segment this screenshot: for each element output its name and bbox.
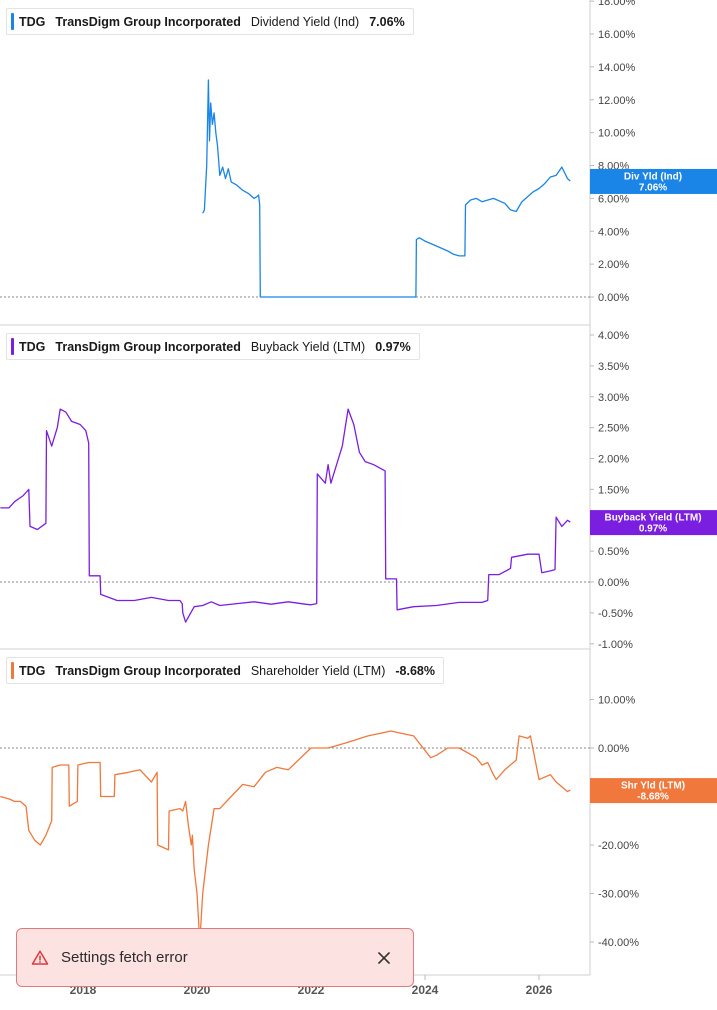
legend-value: 0.97% xyxy=(375,339,411,354)
y-tick-label: 14.00% xyxy=(598,62,636,74)
value-tag-value: 7.06% xyxy=(639,182,667,193)
y-tick-label: 4.00% xyxy=(598,226,629,238)
y-tick-label: 12.00% xyxy=(598,95,636,107)
y-tick-label: 4.00% xyxy=(598,330,629,342)
toast-message: Settings fetch error xyxy=(61,949,188,966)
value-tag-value: -8.68% xyxy=(637,792,669,803)
y-tick-label: -1.00% xyxy=(598,639,633,651)
legend-metric: Dividend Yield (Ind) xyxy=(250,14,360,29)
legend-ticker: TDG xyxy=(19,14,46,29)
close-icon xyxy=(378,951,390,964)
y-tick-label: -40.00% xyxy=(598,937,639,949)
y-tick-label: 2.00% xyxy=(598,259,629,271)
legend-metric: Shareholder Yield (LTM) xyxy=(250,663,386,678)
y-tick-label: 0.00% xyxy=(598,577,629,589)
y-tick-label: 2.50% xyxy=(598,423,629,435)
value-tag-value: 0.97% xyxy=(639,524,667,535)
charts-container: 18.00% 16.00% 14.00% 12.00% 10.00% 8.00% 6.00%… xyxy=(0,0,717,1005)
y-tick-label: 6.00% xyxy=(598,193,629,205)
legend-color-bar xyxy=(11,662,14,679)
value-tag-label: Shr Yld (LTM) xyxy=(621,781,685,792)
legend-shareholder-yield: TDG TransDigm Group Incorporated Shareho… xyxy=(6,657,444,684)
y-tick-label: 3.50% xyxy=(598,361,629,373)
y-tick-label: 2.00% xyxy=(598,454,629,466)
legend-buyback-yield: TDG TransDigm Group Incorporated Buyback… xyxy=(6,333,420,360)
y-tick-label: 16.00% xyxy=(598,29,636,41)
legend-ticker: TDG xyxy=(19,663,46,678)
series-line xyxy=(202,79,571,298)
legend-company: TransDigm Group Incorporated xyxy=(55,663,241,678)
legend-color-bar xyxy=(11,338,14,355)
y-tick-label: -0.50% xyxy=(598,608,633,620)
legend-color-bar xyxy=(11,13,14,30)
legend-company: TransDigm Group Incorporated xyxy=(55,339,241,354)
y-tick-label: 10.00% xyxy=(598,695,636,707)
warning-triangle-icon xyxy=(31,950,49,965)
error-toast: Settings fetch error xyxy=(16,928,414,987)
y-tick-label: 10.00% xyxy=(598,128,636,140)
x-tick-label: 2026 xyxy=(526,983,553,997)
legend-ticker: TDG xyxy=(19,339,46,354)
value-tag-label: Buyback Yield (LTM) xyxy=(604,513,701,524)
y-tick-label: 3.00% xyxy=(598,392,629,404)
legend-value: 7.06% xyxy=(369,14,405,29)
y-tick-label: 18.00% xyxy=(598,0,636,8)
y-tick-label: 0.00% xyxy=(598,292,629,304)
series-line xyxy=(0,730,571,943)
y-tick-label: -20.00% xyxy=(598,840,639,852)
y-tick-label: 1.50% xyxy=(598,484,629,496)
legend-dividend-yield: TDG TransDigm Group Incorporated Dividen… xyxy=(6,8,414,35)
charts-svg: 18.00%16.00%14.00%12.00%10.00%8.00%6.00%… xyxy=(0,0,717,997)
legend-value: -8.68% xyxy=(395,663,435,678)
series-line xyxy=(0,408,571,623)
legend-metric: Buyback Yield (LTM) xyxy=(250,339,366,354)
y-tick-label: 0.50% xyxy=(598,546,629,558)
x-tick-label: 2024 xyxy=(412,983,439,997)
y-tick-label: 0.00% xyxy=(598,743,629,755)
toast-close-button[interactable] xyxy=(369,943,399,973)
legend-company: TransDigm Group Incorporated xyxy=(55,14,241,29)
y-tick-label: -30.00% xyxy=(598,889,639,901)
value-tag-label: Div Yld (Ind) xyxy=(624,171,682,182)
